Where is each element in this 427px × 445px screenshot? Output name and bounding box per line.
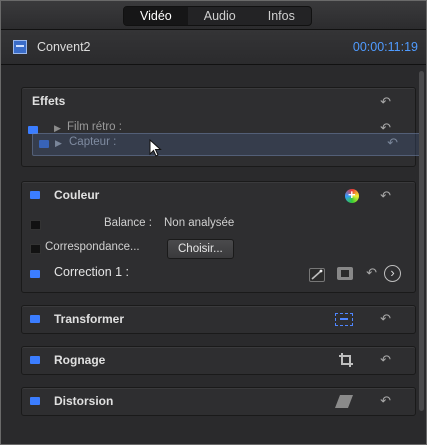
correction-next-icon[interactable]: › — [384, 265, 401, 282]
couleur-title: Couleur — [54, 188, 100, 202]
clip-name: Convent2 — [37, 40, 91, 54]
dragged-effect-row-capteur[interactable]: ▶ Capteur : ↶ — [32, 133, 423, 156]
inspector-scrollbar[interactable] — [419, 71, 424, 411]
rognage-title: Rognage — [54, 353, 106, 367]
tab-infos[interactable]: Infos — [252, 7, 311, 25]
correction-next-glyph: › — [390, 265, 395, 280]
distorsion-panel: Distorsion ↶ — [21, 387, 416, 416]
distorsion-title: Distorsion — [54, 394, 114, 408]
clip-header: Convent2 00:00:11:19 — [1, 30, 426, 65]
film-retro-label: Film rétro : — [67, 121, 122, 133]
balance-checkbox[interactable] — [30, 220, 41, 230]
crop-icon[interactable] — [339, 353, 353, 367]
correction-reset-icon[interactable]: ↶ — [366, 265, 377, 281]
balance-value: Non analysée — [164, 217, 235, 229]
mouse-cursor-icon — [149, 138, 162, 160]
tab-audio[interactable]: Audio — [188, 7, 252, 25]
balance-label: Balance : — [104, 217, 152, 229]
effets-title: Effets — [32, 94, 66, 108]
inspector-tabs: Vidéo Audio Infos — [123, 6, 312, 26]
distort-icon[interactable] — [335, 395, 353, 408]
couleur-panel: Couleur + ↶ Balance : Non analysée Corre… — [21, 181, 416, 293]
correspondance-checkbox[interactable] — [30, 244, 41, 254]
rognage-panel: Rognage ↶ — [21, 346, 416, 375]
capteur-enable-checkbox[interactable] — [39, 140, 49, 148]
distorsion-reset-icon[interactable]: ↶ — [380, 393, 391, 409]
rognage-reset-icon[interactable]: ↶ — [380, 352, 391, 368]
add-color-plus: + — [348, 187, 356, 202]
tab-video[interactable]: Vidéo — [124, 7, 188, 25]
clip-film-icon — [13, 40, 27, 54]
correction-row: Correction 1 : ↶ › — [22, 262, 415, 286]
transformer-reset-icon[interactable]: ↶ — [380, 311, 391, 327]
capteur-reset-icon[interactable]: ↶ — [387, 135, 398, 151]
couleur-enable-checkbox[interactable] — [30, 191, 40, 199]
add-color-icon[interactable]: + — [345, 187, 359, 203]
clip-timecode: 00:00:11:19 — [352, 40, 418, 54]
correspondance-label: Correspondance... — [45, 241, 140, 253]
mask-icon-hole — [341, 270, 349, 277]
transformer-title: Transformer — [54, 312, 125, 326]
correction-label: Correction 1 : — [54, 265, 130, 279]
transformer-panel: Transformer ↶ — [21, 305, 416, 334]
choose-button[interactable]: Choisir... — [167, 239, 234, 259]
transformer-enable-checkbox[interactable] — [30, 315, 40, 323]
inspector-window: Vidéo Audio Infos Convent2 00:00:11:19 E… — [0, 0, 427, 445]
transform-icon-bar — [340, 318, 348, 320]
effets-reset-icon[interactable]: ↶ — [380, 94, 391, 110]
rognage-enable-checkbox[interactable] — [30, 356, 40, 364]
capteur-disclosure-icon[interactable]: ▶ — [55, 138, 62, 149]
balance-row: Balance : Non analysée — [22, 212, 415, 236]
distorsion-enable-checkbox[interactable] — [30, 397, 40, 405]
couleur-header: Couleur + ↶ — [22, 182, 415, 210]
inspector-tab-bar: Vidéo Audio Infos — [1, 1, 426, 30]
correction-enable-checkbox[interactable] — [30, 270, 40, 278]
transform-onscreen-icon[interactable] — [335, 313, 353, 326]
magic-wand-icon[interactable] — [309, 268, 325, 282]
mask-icon[interactable] — [337, 267, 353, 280]
capteur-label: Capteur : — [69, 136, 117, 148]
correspondance-row: Correspondance... Choisir... — [22, 236, 415, 260]
effets-panel: Effets ↶ ▶ Film rétro : ↶ ▶ Capteur : ↶ — [21, 87, 423, 167]
couleur-reset-icon[interactable]: ↶ — [380, 188, 391, 204]
